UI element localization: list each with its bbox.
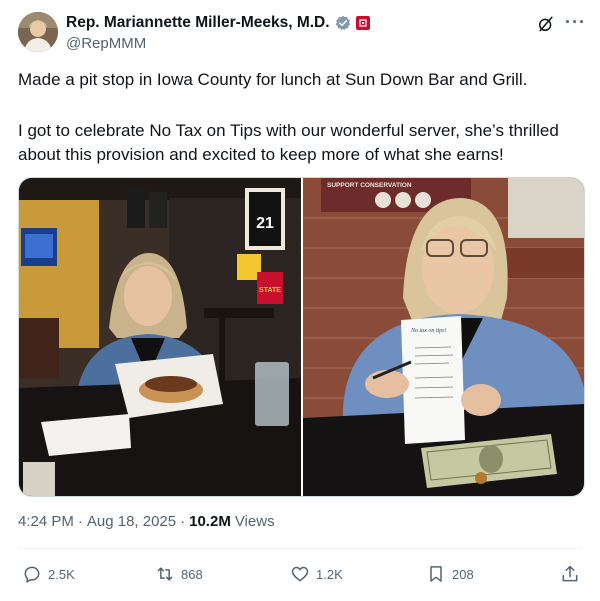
divider xyxy=(18,548,582,549)
bookmark-button[interactable]: 208 xyxy=(426,564,474,584)
gray-verified-icon xyxy=(335,15,350,31)
tweet-text-paragraph-1: Made a pit stop in Iowa County for lunch… xyxy=(18,70,528,89)
tweet-date[interactable]: Aug 18, 2025 xyxy=(87,513,176,530)
repost-icon xyxy=(157,567,173,581)
views-count: 10.2M xyxy=(189,513,231,530)
photo-restaurant-lunch[interactable]: 21 STATE xyxy=(19,178,301,496)
meta-separator: · xyxy=(77,513,83,530)
like-count: 1.2K xyxy=(316,566,343,582)
author-handle[interactable]: @RepMMM xyxy=(66,35,146,52)
avatar[interactable] xyxy=(18,12,58,52)
receipt-title: No tax on tips! xyxy=(410,328,447,334)
tweet-text-paragraph-2: I got to celebrate No Tax on Tips with o… xyxy=(18,121,559,164)
tweet-meta: 4:24 PM · Aug 18, 2025 · 10.2M Views xyxy=(18,513,275,530)
grok-icon[interactable] xyxy=(536,14,556,34)
reply-count: 2.5K xyxy=(48,566,75,582)
photo-grid: 21 STATE SUPPORT CONSERVATION No tax on … xyxy=(18,177,585,497)
reply-button[interactable]: 2.5K xyxy=(22,564,75,584)
action-bar: 2.5K 868 1.2K 208 xyxy=(18,562,584,590)
jersey-number: 21 xyxy=(256,215,274,232)
bookmark-icon xyxy=(430,566,442,582)
banner-text: SUPPORT CONSERVATION xyxy=(327,182,412,189)
meta-separator: · xyxy=(180,513,186,530)
photo-signing-receipt[interactable]: SUPPORT CONSERVATION No tax on tips! xyxy=(303,178,584,496)
repost-count: 868 xyxy=(181,566,203,582)
reply-icon xyxy=(24,566,40,583)
share-button[interactable] xyxy=(560,564,580,584)
heart-icon xyxy=(291,566,309,582)
tweet-card: Rep. Mariannette Miller-Meeks, M.D. @Rep… xyxy=(0,0,600,601)
bookmark-count: 208 xyxy=(452,566,474,582)
tweet-time[interactable]: 4:24 PM xyxy=(18,513,74,530)
views-label: Views xyxy=(234,513,275,530)
more-options-icon[interactable]: ··· xyxy=(565,12,586,33)
sign-text: STATE xyxy=(259,287,281,294)
author-display-name[interactable]: Rep. Mariannette Miller-Meeks, M.D. xyxy=(66,14,330,32)
author-name-row: Rep. Mariannette Miller-Meeks, M.D. xyxy=(66,14,370,32)
like-button[interactable]: 1.2K xyxy=(290,564,343,584)
share-icon xyxy=(562,565,578,582)
repost-button[interactable]: 868 xyxy=(155,564,203,584)
house-flag-icon xyxy=(355,16,370,30)
